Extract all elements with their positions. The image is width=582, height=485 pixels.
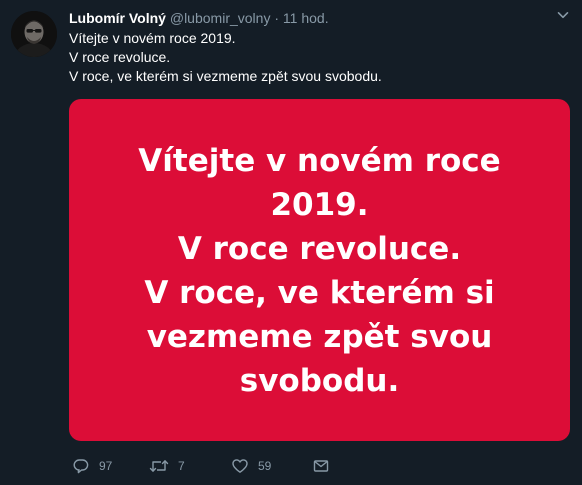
chevron-down-icon[interactable] — [556, 8, 570, 22]
tweet-text-line: Vítejte v novém roce 2019. — [69, 30, 236, 46]
media-text-line: vezmeme zpět svou — [146, 319, 493, 355]
media-text: Vítejte v novém roce 2019. V roce revolu… — [138, 139, 500, 403]
tweet-actions: 97 7 59 — [0, 456, 582, 476]
tweet-header: Lubomír Volný @lubomir_volny · 11 hod. — [69, 9, 329, 27]
tweet-text-line: V roce, ve kterém si vezmeme zpět svou s… — [69, 68, 382, 84]
like-count: 59 — [258, 459, 272, 473]
like-button[interactable]: 59 — [231, 456, 271, 476]
media-text-line: V roce, ve kterém si — [144, 275, 495, 311]
tweet-timestamp[interactable]: 11 hod. — [283, 10, 329, 26]
tweet-text: Vítejte v novém roce 2019. V roce revolu… — [69, 29, 382, 86]
tweet-media-image[interactable]: Vítejte v novém roce 2019. V roce revolu… — [69, 99, 570, 441]
media-text-line: V roce revoluce. — [177, 231, 462, 267]
retweet-icon — [149, 457, 169, 475]
retweet-count: 7 — [178, 459, 185, 473]
author-name[interactable]: Lubomír Volný — [69, 10, 166, 26]
media-text-line: svobodu. — [239, 363, 400, 399]
retweet-button[interactable]: 7 — [149, 456, 185, 476]
tweet-text-line: V roce revoluce. — [69, 49, 171, 65]
reply-count: 97 — [99, 459, 113, 473]
media-text-line: Vítejte v novém roce — [138, 143, 501, 179]
media-text-line: 2019. — [270, 187, 369, 223]
avatar-image — [11, 11, 57, 57]
envelope-icon — [312, 457, 330, 475]
direct-message-button[interactable] — [312, 456, 330, 476]
author-handle[interactable]: @lubomir_volny — [170, 10, 271, 26]
avatar[interactable] — [11, 11, 57, 57]
separator-dot: · — [274, 10, 280, 26]
tweet: Lubomír Volný @lubomir_volny · 11 hod. V… — [0, 0, 582, 485]
reply-button[interactable]: 97 — [72, 456, 112, 476]
reply-icon — [72, 457, 90, 475]
heart-icon — [231, 457, 249, 475]
